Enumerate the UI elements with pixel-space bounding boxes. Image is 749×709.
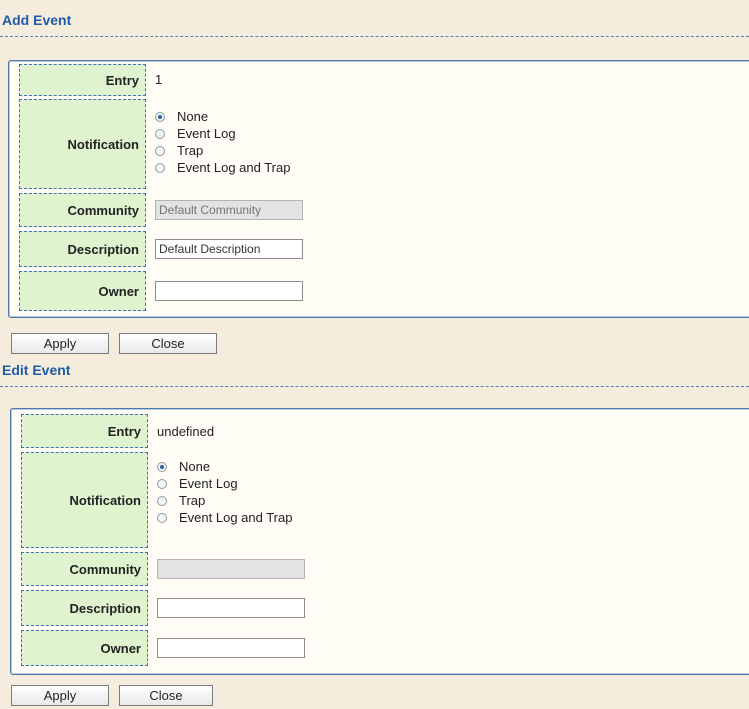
add-radio-trap[interactable]: Trap [155,142,290,159]
edit-radio-event-log-and-trap[interactable]: Event Log and Trap [157,509,292,526]
add-entry-row: Entry 1 [9,64,744,96]
edit-radio-none[interactable]: None [157,458,292,475]
radio-button[interactable] [155,128,165,139]
edit-entry-label: Entry [21,414,148,448]
add-entry-label: Entry [19,64,146,96]
add-notification-radios: None Event Log Trap Event Log and Trap [155,108,290,176]
add-community-input[interactable] [155,200,303,220]
edit-apply-button[interactable]: Apply [11,685,109,706]
edit-close-button[interactable]: Close [119,685,213,706]
add-event-title: Add Event [2,12,72,28]
add-notification-label: Notification [19,99,146,189]
add-close-button[interactable]: Close [119,333,217,354]
edit-notification-label: Notification [21,452,148,548]
radio-button[interactable] [155,111,165,122]
edit-event-title: Edit Event [2,362,71,378]
edit-community-input[interactable] [157,559,305,579]
edit-event-header: Edit Event [0,360,749,387]
edit-radio-trap[interactable]: Trap [157,492,292,509]
edit-owner-row: Owner [11,630,746,666]
edit-description-label: Description [21,590,148,626]
add-radio-none[interactable]: None [155,108,290,125]
radio-button[interactable] [157,495,167,506]
add-owner-label: Owner [19,271,146,311]
add-apply-button[interactable]: Apply [11,333,109,354]
add-description-input[interactable] [155,239,303,259]
edit-notification-radios: None Event Log Trap Event Log and Trap [157,458,292,526]
edit-entry-row: Entry undefined [11,414,746,448]
add-radio-event-log-and-trap[interactable]: Event Log and Trap [155,159,290,176]
add-owner-row: Owner [9,271,744,311]
edit-description-row: Description [11,590,746,626]
edit-owner-label: Owner [21,630,148,666]
add-community-label: Community [19,193,146,227]
add-description-row: Description [9,231,744,267]
radio-button[interactable] [157,512,167,523]
edit-radio-event-log[interactable]: Event Log [157,475,292,492]
edit-notification-row: Notification None Event Log Trap Event L… [11,452,746,548]
add-community-row: Community [9,193,744,227]
add-notification-row: Notification None Event Log Trap Event L… [9,99,744,189]
edit-owner-input[interactable] [157,638,305,658]
radio-button[interactable] [157,478,167,489]
add-entry-value: 1 [155,72,163,87]
radio-button[interactable] [155,162,165,173]
edit-community-row: Community [11,552,746,586]
add-description-label: Description [19,231,146,267]
add-event-header: Add Event [0,10,749,37]
edit-event-panel: Entry undefined Notification None Event … [10,408,749,675]
add-owner-input[interactable] [155,281,303,301]
edit-entry-value: undefined [157,424,215,439]
add-radio-event-log[interactable]: Event Log [155,125,290,142]
edit-description-input[interactable] [157,598,305,618]
radio-button[interactable] [157,461,167,472]
add-event-panel: Entry 1 Notification None Event Log Trap… [8,60,749,318]
radio-button[interactable] [155,145,165,156]
edit-community-label: Community [21,552,148,586]
